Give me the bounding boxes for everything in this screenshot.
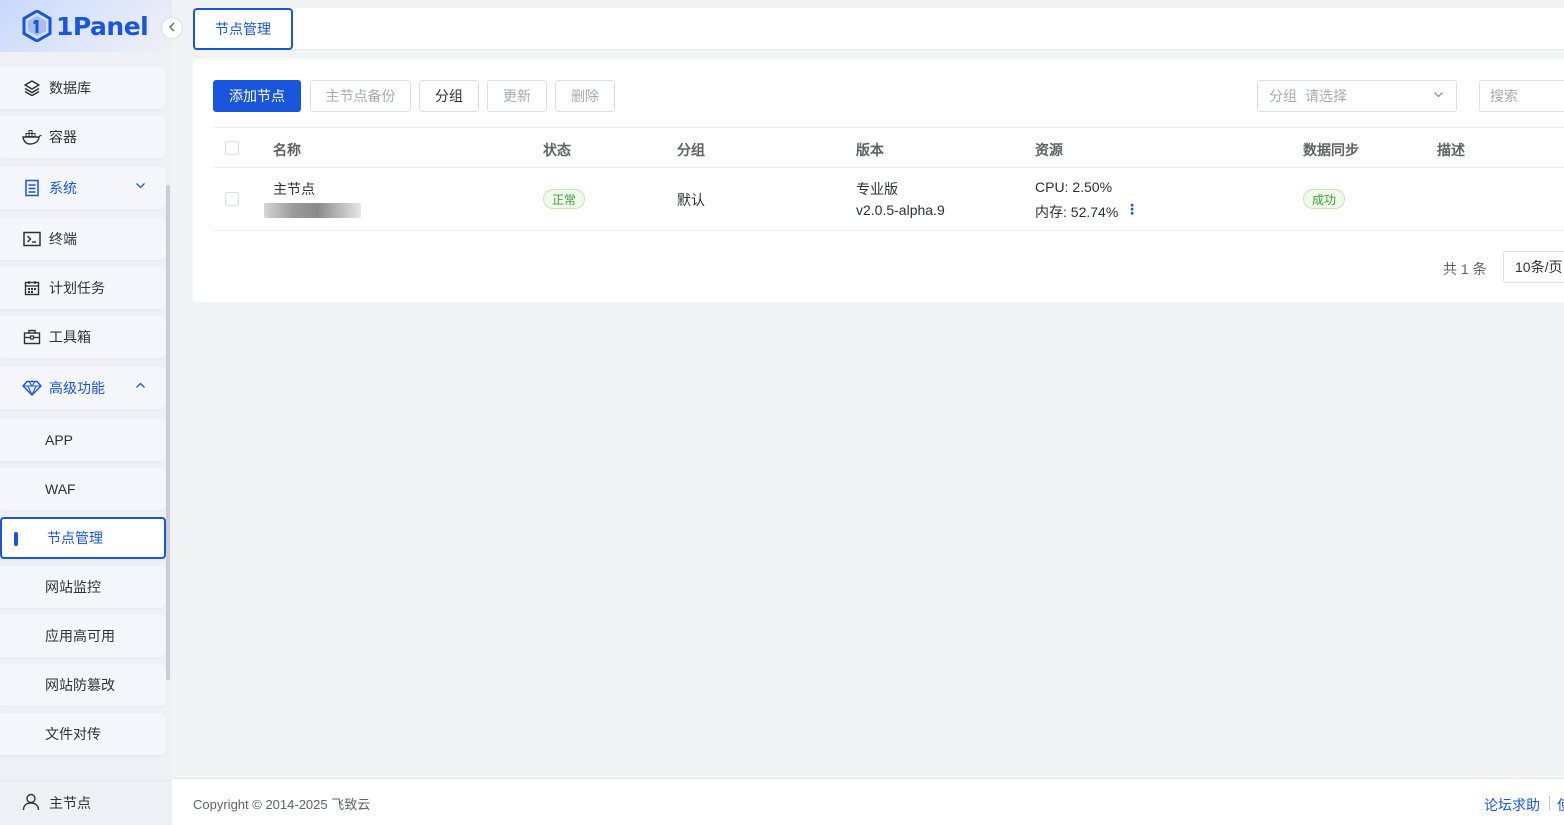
sidebar-subitem-tamper-proof[interactable]: 网站防篡改 bbox=[0, 664, 166, 706]
logo-area: 1Panel bbox=[0, 0, 172, 52]
active-indicator bbox=[14, 532, 18, 546]
delete-button[interactable]: 删除 bbox=[555, 80, 615, 112]
redacted-address bbox=[264, 203, 361, 218]
search-input[interactable] bbox=[1479, 80, 1564, 112]
server-icon bbox=[22, 178, 42, 198]
tab-bar: 节点管理 bbox=[193, 8, 1564, 50]
sidebar-item-advanced[interactable]: 高级功能 bbox=[0, 367, 166, 409]
terminal-icon bbox=[22, 229, 42, 249]
sidebar-item-system[interactable]: 系统 bbox=[0, 167, 166, 209]
sidebar-item-label: 节点管理 bbox=[47, 530, 103, 546]
chevron-down-icon bbox=[1433, 89, 1444, 103]
node-name[interactable]: 主节点 bbox=[273, 179, 315, 199]
group-filter-placeholder: 请选择 bbox=[1305, 88, 1347, 104]
memory-usage: 内存: 52.74% bbox=[1035, 204, 1119, 220]
sidebar-item-database[interactable]: 数据库 bbox=[0, 67, 166, 109]
layers-icon bbox=[22, 78, 42, 98]
group-button[interactable]: 分组 bbox=[419, 80, 479, 112]
chevron-left-icon bbox=[168, 22, 176, 35]
sidebar-item-toolbox[interactable]: 工具箱 bbox=[0, 316, 166, 358]
column-header-version[interactable]: 版本 bbox=[856, 140, 884, 160]
sidebar-item-label: 工具箱 bbox=[49, 329, 91, 345]
sidebar-scrollbar[interactable] bbox=[166, 185, 170, 680]
sidebar-item-container[interactable]: 容器 bbox=[0, 116, 166, 158]
user-icon bbox=[22, 793, 40, 814]
logo-text: 1Panel bbox=[56, 11, 149, 41]
footer-more-link[interactable]: 使 bbox=[1557, 795, 1564, 815]
column-header-description[interactable]: 描述 bbox=[1437, 140, 1465, 160]
sidebar-subitem-node-management[interactable]: 节点管理 bbox=[0, 517, 166, 559]
sidebar-item-label: APP bbox=[45, 432, 74, 448]
diamond-icon bbox=[22, 378, 42, 398]
chevron-down-icon bbox=[135, 180, 146, 194]
node-list-card: 添加节点 主节点备份 分组 更新 删除 分组 请选择 名称 状态 分组 版本 资… bbox=[193, 59, 1564, 302]
master-backup-button[interactable]: 主节点备份 bbox=[310, 80, 411, 112]
sidebar-item-label: 高级功能 bbox=[49, 380, 105, 396]
more-vertical-icon[interactable]: ⋮ bbox=[1125, 201, 1139, 218]
group-filter-label: 分组 bbox=[1269, 88, 1297, 104]
tab-node-management[interactable]: 节点管理 bbox=[193, 8, 293, 50]
column-header-resource[interactable]: 资源 bbox=[1035, 140, 1063, 160]
select-all-checkbox[interactable] bbox=[225, 141, 239, 155]
docker-icon bbox=[22, 127, 42, 147]
toolbox-icon bbox=[22, 327, 42, 347]
sidebar-item-label: 终端 bbox=[49, 231, 77, 247]
table-header: 名称 状态 分组 版本 资源 数据同步 描述 bbox=[213, 127, 1564, 168]
node-edition: 专业版 bbox=[856, 181, 898, 197]
sidebar-item-label: 网站监控 bbox=[45, 579, 101, 595]
sidebar-subitem-app-ha[interactable]: 应用高可用 bbox=[0, 615, 166, 657]
sidebar: 1Panel 数据库 容器 系统 终端 计划任务 工具箱 高级功能 APP WA… bbox=[0, 0, 172, 825]
sidebar-item-label: 计划任务 bbox=[49, 280, 105, 296]
page-size-select[interactable]: 10条/页 bbox=[1503, 251, 1564, 283]
sidebar-item-label: 容器 bbox=[49, 129, 77, 145]
node-group: 默认 bbox=[677, 192, 705, 208]
sidebar-item-label: WAF bbox=[45, 481, 76, 497]
pagination-total: 共 1 条 bbox=[1443, 261, 1487, 277]
sidebar-subitem-file-transfer[interactable]: 文件对传 bbox=[0, 713, 166, 755]
calendar-icon bbox=[22, 278, 42, 298]
sync-status-badge: 成功 bbox=[1303, 189, 1346, 209]
footer: Copyright © 2014-2025 飞致云 论坛求助 使 bbox=[172, 778, 1564, 825]
column-header-status[interactable]: 状态 bbox=[543, 140, 571, 160]
sidebar-item-label: 数据库 bbox=[49, 80, 91, 96]
sidebar-node-switcher[interactable]: 主节点 bbox=[0, 780, 172, 825]
chevron-up-icon bbox=[135, 380, 146, 394]
update-button[interactable]: 更新 bbox=[487, 80, 547, 112]
column-header-group[interactable]: 分组 bbox=[677, 140, 705, 160]
sidebar-item-label: 文件对传 bbox=[45, 726, 101, 742]
table-row[interactable]: 主节点 正常 默认 专业版 v2.0.5-alpha.9 CPU: 2.50% … bbox=[213, 168, 1564, 231]
add-node-button[interactable]: 添加节点 bbox=[213, 80, 301, 112]
sidebar-item-label: 系统 bbox=[49, 180, 77, 196]
1panel-logo-icon bbox=[22, 10, 52, 42]
cpu-usage: CPU: 2.50% bbox=[1035, 179, 1113, 195]
status-badge: 正常 bbox=[543, 189, 586, 209]
sidebar-subitem-site-monitor[interactable]: 网站监控 bbox=[0, 566, 166, 608]
group-filter-select[interactable]: 分组 请选择 bbox=[1257, 80, 1457, 112]
current-node-label: 主节点 bbox=[49, 795, 91, 811]
sidebar-collapse-button[interactable] bbox=[161, 17, 183, 39]
footer-divider bbox=[1549, 796, 1550, 810]
sidebar-subitem-waf[interactable]: WAF bbox=[0, 468, 166, 510]
node-version: v2.0.5-alpha.9 bbox=[856, 202, 945, 218]
logo[interactable]: 1Panel bbox=[22, 10, 149, 42]
sidebar-item-label: 网站防篡改 bbox=[45, 677, 115, 693]
forum-help-link[interactable]: 论坛求助 bbox=[1484, 795, 1540, 815]
column-header-sync[interactable]: 数据同步 bbox=[1303, 140, 1359, 160]
sidebar-item-label: 应用高可用 bbox=[45, 628, 115, 644]
sidebar-item-terminal[interactable]: 终端 bbox=[0, 218, 166, 260]
page-size-value: 10条/页 bbox=[1515, 259, 1563, 275]
row-checkbox[interactable] bbox=[225, 192, 239, 206]
copyright-text: Copyright © 2014-2025 飞致云 bbox=[193, 797, 371, 812]
sidebar-item-cron[interactable]: 计划任务 bbox=[0, 267, 166, 309]
column-header-name[interactable]: 名称 bbox=[273, 140, 301, 160]
sidebar-subitem-app[interactable]: APP bbox=[0, 419, 166, 461]
